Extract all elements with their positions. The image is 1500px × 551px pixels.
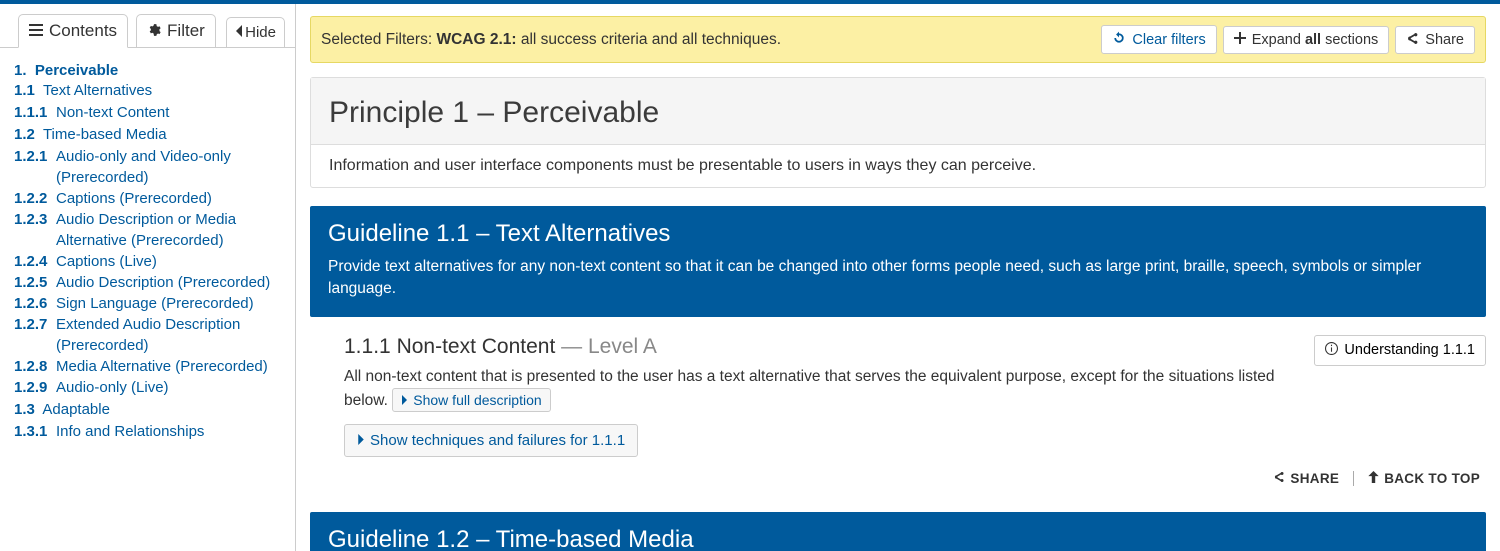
show-full-label: Show full description	[413, 392, 541, 408]
toc-num: 1.2.8	[14, 356, 48, 377]
arrow-up-icon	[1368, 471, 1379, 486]
sc-description: All non-text content that is presented t…	[344, 365, 1288, 413]
toc-num: 1.2.6	[14, 293, 48, 314]
toc-num: 1.3.1	[14, 421, 48, 442]
share-label: Share	[1425, 32, 1464, 48]
tab-contents[interactable]: Contents	[18, 14, 128, 48]
show-full-description-button[interactable]: Show full description	[392, 388, 550, 412]
toc-link[interactable]: Sign Language (Prerecorded)	[56, 293, 289, 314]
understanding-label: Understanding 1.1.1	[1344, 342, 1475, 358]
toc-link-text-alternatives[interactable]: Text Alternatives	[43, 82, 152, 99]
clear-filters-label: Clear filters	[1132, 32, 1205, 48]
table-of-contents: 1. Perceivable 1.1 Text Alternatives 1.1…	[0, 48, 295, 452]
toc-num: 1.2.3	[14, 209, 48, 251]
show-techniques-button[interactable]: Show techniques and failures for 1.1.1	[344, 424, 638, 457]
expand-label: Expand all sections	[1252, 32, 1379, 48]
sc-footer-links: SHARE BACK TO TOP	[310, 467, 1486, 494]
toc-num: 1.2.1	[14, 146, 48, 188]
guideline-1-1: Guideline 1.1 – Text Alternatives Provid…	[310, 206, 1486, 317]
toc-link[interactable]: Audio Description or Media Alternative (…	[56, 209, 289, 251]
toc-link[interactable]: Media Alternative (Prerecorded)	[56, 356, 289, 377]
toc-link[interactable]: Info and Relationships	[56, 421, 289, 442]
toc-link[interactable]: Captions (Prerecorded)	[56, 188, 289, 209]
share-footer-label: SHARE	[1290, 471, 1339, 486]
guideline-1-2: Guideline 1.2 – Time-based Media Provide…	[310, 512, 1486, 551]
understanding-button[interactable]: Understanding 1.1.1	[1314, 335, 1486, 366]
selected-filters-text: Selected Filters: WCAG 2.1: all success …	[321, 31, 1095, 49]
back-to-top-link[interactable]: BACK TO TOP	[1368, 471, 1480, 486]
guideline-description: Provide text alternatives for any non-te…	[328, 256, 1468, 301]
chevron-right-icon	[401, 392, 408, 408]
toc-num: 1.2.4	[14, 251, 48, 272]
chevron-right-icon	[357, 432, 365, 449]
sidebar: Contents Filter Hide 1.	[0, 4, 296, 551]
toc-link-perceivable[interactable]: Perceivable	[35, 62, 118, 79]
toc-num: 1.2.7	[14, 314, 48, 356]
share-link[interactable]: SHARE	[1273, 471, 1339, 486]
toc-num: 1.2.9	[14, 377, 48, 398]
tab-filter[interactable]: Filter	[136, 14, 216, 48]
tab-contents-label: Contents	[49, 21, 117, 41]
hide-label: Hide	[245, 24, 276, 41]
toc-link-time-based-media[interactable]: Time-based Media	[43, 126, 167, 143]
toc-link-non-text-content[interactable]: Non-text Content	[56, 102, 289, 123]
share-button[interactable]: Share	[1395, 26, 1475, 54]
principle-section: Principle 1 – Perceivable Information an…	[310, 77, 1486, 188]
clear-filters-button[interactable]: Clear filters	[1101, 25, 1216, 54]
toc-link[interactable]: Captions (Live)	[56, 251, 289, 272]
chevron-left-icon	[235, 24, 243, 41]
toc-num: 1.2.2	[14, 188, 48, 209]
selected-filters-bar: Selected Filters: WCAG 2.1: all success …	[310, 16, 1486, 63]
plus-icon	[1234, 32, 1246, 47]
sidebar-tabs: Contents Filter Hide	[0, 4, 295, 48]
gear-icon	[147, 23, 161, 40]
success-criterion-1-1-1: 1.1.1 Non-text Content — Level A All non…	[310, 317, 1486, 468]
toc-link[interactable]: Extended Audio Description (Prerecorded)	[56, 314, 289, 356]
share-icon	[1406, 32, 1419, 48]
toc-scroll[interactable]: 1. Perceivable 1.1 Text Alternatives 1.1…	[0, 48, 295, 551]
back-to-top-label: BACK TO TOP	[1384, 471, 1480, 486]
show-techniques-label: Show techniques and failures for 1.1.1	[370, 432, 625, 449]
toc-num: 1.3	[14, 401, 35, 418]
info-icon	[1325, 342, 1338, 359]
toc-link[interactable]: Audio-only and Video-only (Prerecorded)	[56, 146, 289, 188]
toc-link-adaptable[interactable]: Adaptable	[42, 401, 110, 418]
main-content: Selected Filters: WCAG 2.1: all success …	[296, 4, 1500, 551]
tab-filter-label: Filter	[167, 21, 205, 41]
hide-sidebar-button[interactable]: Hide	[226, 17, 285, 48]
share-icon	[1273, 471, 1285, 486]
toc-num: 1.2.5	[14, 272, 48, 293]
refresh-icon	[1112, 31, 1126, 48]
toc-link[interactable]: Audio Description (Prerecorded)	[56, 272, 289, 293]
principle-title: Principle 1 – Perceivable	[329, 96, 1467, 130]
guideline-title: Guideline 1.2 – Time-based Media	[328, 526, 1468, 551]
toc-link[interactable]: Audio-only (Live)	[56, 377, 289, 398]
principle-header: Principle 1 – Perceivable	[311, 78, 1485, 145]
guideline-title: Guideline 1.1 – Text Alternatives	[328, 220, 1468, 248]
toc-num: 1.1	[14, 82, 35, 99]
toc-num: 1.	[14, 62, 27, 79]
toc-num: 1.2	[14, 126, 35, 143]
expand-all-button[interactable]: Expand all sections	[1223, 26, 1390, 54]
divider	[1353, 471, 1354, 486]
sc-title: 1.1.1 Non-text Content — Level A	[344, 335, 1288, 359]
principle-description: Information and user interface component…	[311, 145, 1485, 187]
toc-num: 1.1.1	[14, 102, 48, 123]
list-icon	[29, 23, 43, 39]
